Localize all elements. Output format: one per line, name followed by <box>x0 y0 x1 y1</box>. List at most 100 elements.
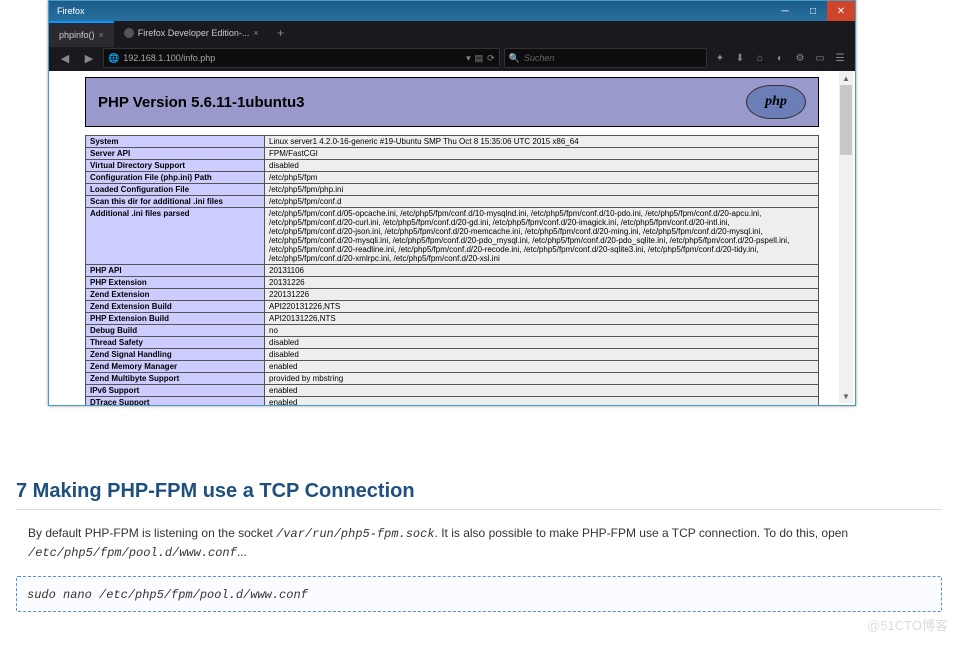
window-titlebar: Firefox ─ □ ✕ <box>49 1 855 21</box>
config-value: 220131226 <box>265 289 819 301</box>
config-value: enabled <box>265 397 819 406</box>
config-key: PHP API <box>86 265 265 277</box>
window-title: Firefox <box>57 6 771 16</box>
config-key: PHP Extension <box>86 277 265 289</box>
table-row: PHP Extension BuildAPI20131226,NTS <box>86 313 819 325</box>
new-tab-button[interactable]: + <box>269 21 293 45</box>
menu-icon[interactable]: ☰ <box>831 49 849 67</box>
config-key: Debug Build <box>86 325 265 337</box>
table-row: IPv6 Supportenabled <box>86 385 819 397</box>
conf-path: /etc/php5/fpm/pool.d/www.conf <box>28 546 237 560</box>
config-key: Thread Safety <box>86 337 265 349</box>
config-value: disabled <box>265 160 819 172</box>
browser-window: Firefox ─ □ ✕ phpinfo() × Firefox Develo… <box>48 0 856 406</box>
config-value: FPM/FastCGI <box>265 148 819 160</box>
download-icon[interactable]: ⬇ <box>731 49 749 67</box>
scroll-up-icon[interactable]: ▲ <box>839 71 853 85</box>
config-value: enabled <box>265 385 819 397</box>
para-text: By default PHP-FPM is listening on the s… <box>28 526 276 540</box>
config-key: Zend Extension Build <box>86 301 265 313</box>
close-tab-icon[interactable]: × <box>253 28 258 38</box>
config-value: disabled <box>265 349 819 361</box>
code-box: sudo nano /etc/php5/fpm/pool.d/www.conf <box>16 576 942 612</box>
table-row: Additional .ini files parsed/etc/php5/fp… <box>86 208 819 265</box>
table-row: Zend Multibyte Supportprovided by mbstri… <box>86 373 819 385</box>
config-key: Loaded Configuration File <box>86 184 265 196</box>
table-row: Loaded Configuration File/etc/php5/fpm/p… <box>86 184 819 196</box>
config-key: Scan this dir for additional .ini files <box>86 196 265 208</box>
config-value: API220131226,NTS <box>265 301 819 313</box>
para-text: ... <box>237 545 247 559</box>
globe-icon: 🌐 <box>108 53 119 64</box>
tab-bar: phpinfo() × Firefox Developer Edition-..… <box>49 21 855 45</box>
bookmarks-icon[interactable]: ▭ <box>811 49 829 67</box>
config-value: no <box>265 325 819 337</box>
config-key: System <box>86 136 265 148</box>
self-destruct-icon[interactable]: ✦ <box>711 49 729 67</box>
table-row: Zend Extension220131226 <box>86 289 819 301</box>
config-value: provided by mbstring <box>265 373 819 385</box>
config-value: API20131226,NTS <box>265 313 819 325</box>
url-text: 192.168.1.100/info.php <box>123 53 462 63</box>
config-key: Zend Memory Manager <box>86 361 265 373</box>
table-row: PHP API20131106 <box>86 265 819 277</box>
devtools-icon[interactable]: ⚙ <box>791 49 809 67</box>
dropdown-icon[interactable]: ▾ <box>466 53 471 64</box>
search-icon: 🔍 <box>509 53 520 64</box>
heading-divider <box>16 509 942 510</box>
reader-icon[interactable]: ▤ <box>475 53 484 64</box>
table-row: Debug Buildno <box>86 325 819 337</box>
scrollbar-thumb[interactable] <box>840 85 852 155</box>
config-key: PHP Extension Build <box>86 313 265 325</box>
scroll-down-icon[interactable]: ▼ <box>839 389 853 403</box>
section-heading: 7 Making PHP-FPM use a TCP Connection <box>16 480 942 503</box>
php-logo-text: php <box>765 94 787 110</box>
forward-button[interactable]: ▶ <box>79 48 99 68</box>
back-button[interactable]: ◀ <box>55 48 75 68</box>
config-key: Virtual Directory Support <box>86 160 265 172</box>
config-key: Configuration File (php.ini) Path <box>86 172 265 184</box>
reload-icon[interactable]: ⟳ <box>487 53 495 64</box>
config-value: /etc/php5/fpm/php.ini <box>265 184 819 196</box>
tab-phpinfo[interactable]: phpinfo() × <box>49 21 114 47</box>
config-value: 20131226 <box>265 277 819 289</box>
table-row: Virtual Directory Supportdisabled <box>86 160 819 172</box>
socket-path: /var/run/php5-fpm.sock <box>276 527 434 541</box>
config-key: DTrace Support <box>86 397 265 406</box>
minimize-button[interactable]: ─ <box>771 1 799 21</box>
search-bar[interactable]: 🔍 Suchen <box>504 48 707 68</box>
config-key: Server API <box>86 148 265 160</box>
table-row: Server APIFPM/FastCGI <box>86 148 819 160</box>
config-key: Zend Signal Handling <box>86 349 265 361</box>
config-value: /etc/php5/fpm/conf.d/05-opcache.ini, /et… <box>265 208 819 265</box>
nav-bar: ◀ ▶ 🌐 192.168.1.100/info.php ▾ ▤ ⟳ 🔍 Suc… <box>49 45 855 72</box>
config-key: IPv6 Support <box>86 385 265 397</box>
table-row: Configuration File (php.ini) Path/etc/ph… <box>86 172 819 184</box>
close-tab-icon[interactable]: × <box>99 30 104 40</box>
vertical-scrollbar[interactable]: ▲ ▼ <box>839 71 853 403</box>
home-icon[interactable]: ⌂ <box>751 49 769 67</box>
pocket-icon[interactable]: ◐ <box>771 49 789 67</box>
table-row: Zend Extension BuildAPI220131226,NTS <box>86 301 819 313</box>
phpinfo-table: SystemLinux server1 4.2.0-16-generic #19… <box>85 135 819 405</box>
tab-label: phpinfo() <box>59 30 95 40</box>
close-button[interactable]: ✕ <box>827 1 855 21</box>
document-section: 7 Making PHP-FPM use a TCP Connection By… <box>16 480 942 612</box>
config-value: /etc/php5/fpm <box>265 172 819 184</box>
tab-firefox-dev[interactable]: Firefox Developer Edition-... × <box>114 21 269 45</box>
firefox-icon <box>124 28 134 38</box>
maximize-button[interactable]: □ <box>799 1 827 21</box>
section-paragraph: By default PHP-FPM is listening on the s… <box>28 524 942 562</box>
table-row: PHP Extension20131226 <box>86 277 819 289</box>
table-row: SystemLinux server1 4.2.0-16-generic #19… <box>86 136 819 148</box>
php-version-title: PHP Version 5.6.11-1ubuntu3 <box>98 94 746 111</box>
url-bar[interactable]: 🌐 192.168.1.100/info.php ▾ ▤ ⟳ <box>103 48 500 68</box>
watermark: @51CTO博客 <box>867 615 948 634</box>
config-key: Additional .ini files parsed <box>86 208 265 265</box>
table-row: Zend Memory Managerenabled <box>86 361 819 373</box>
table-row: DTrace Supportenabled <box>86 397 819 406</box>
config-key: Zend Multibyte Support <box>86 373 265 385</box>
config-value: 20131106 <box>265 265 819 277</box>
config-value: enabled <box>265 361 819 373</box>
code-command: sudo nano /etc/php5/fpm/pool.d/www.conf <box>27 588 308 602</box>
